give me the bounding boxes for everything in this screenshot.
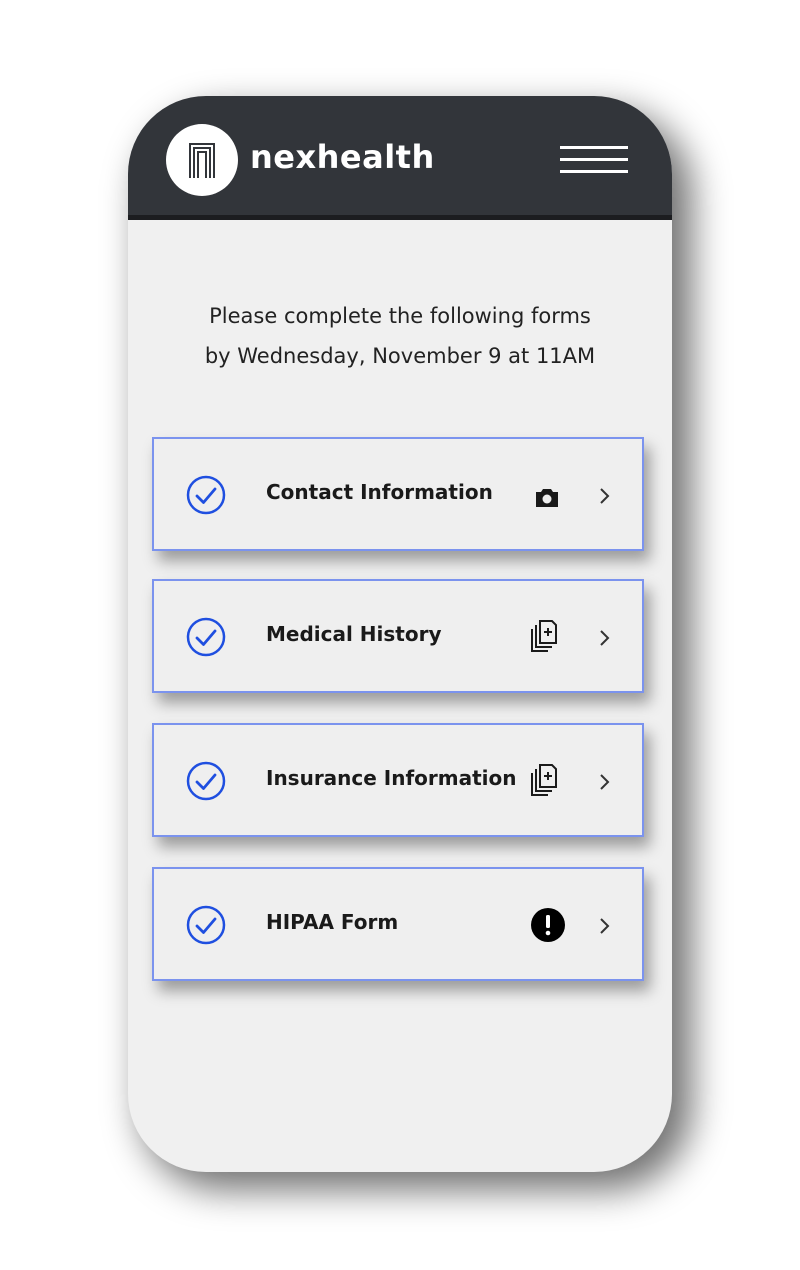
- brand-name: nexhealth: [250, 138, 435, 176]
- form-label: Insurance Information: [266, 766, 517, 790]
- camera-icon: [536, 489, 558, 507]
- nexhealth-logo-icon[interactable]: [166, 124, 238, 196]
- instructions-line-1: Please complete the following forms: [209, 304, 591, 328]
- add-document-icon: [531, 764, 557, 796]
- check-circle-icon: [186, 475, 226, 515]
- form-label: Contact Information: [266, 480, 493, 504]
- add-document-icon: [531, 620, 557, 652]
- form-label: Medical History: [266, 622, 442, 646]
- chevron-right-icon[interactable]: [598, 916, 612, 936]
- form-card-medical-history[interactable]: Medical History: [152, 579, 644, 693]
- forms-instructions: Please complete the following forms by W…: [128, 296, 672, 376]
- check-circle-icon: [186, 617, 226, 657]
- instructions-line-2: by Wednesday, November 9 at 11AM: [204, 344, 596, 368]
- app-header: nexhealth: [128, 96, 672, 220]
- form-card-hipaa-form[interactable]: HIPAA Form: [152, 867, 644, 981]
- hamburger-menu-icon[interactable]: [560, 146, 628, 176]
- check-circle-icon: [186, 761, 226, 801]
- form-card-contact-information[interactable]: Contact Information: [152, 437, 644, 551]
- chevron-right-icon[interactable]: [598, 486, 612, 506]
- chevron-right-icon[interactable]: [598, 628, 612, 648]
- form-label: HIPAA Form: [266, 910, 399, 934]
- form-card-insurance-information[interactable]: Insurance Information: [152, 723, 644, 837]
- alert-icon: [531, 908, 565, 942]
- phone-screen: nexhealth Please complete the following …: [128, 96, 672, 1172]
- chevron-right-icon[interactable]: [598, 772, 612, 792]
- check-circle-icon: [186, 905, 226, 945]
